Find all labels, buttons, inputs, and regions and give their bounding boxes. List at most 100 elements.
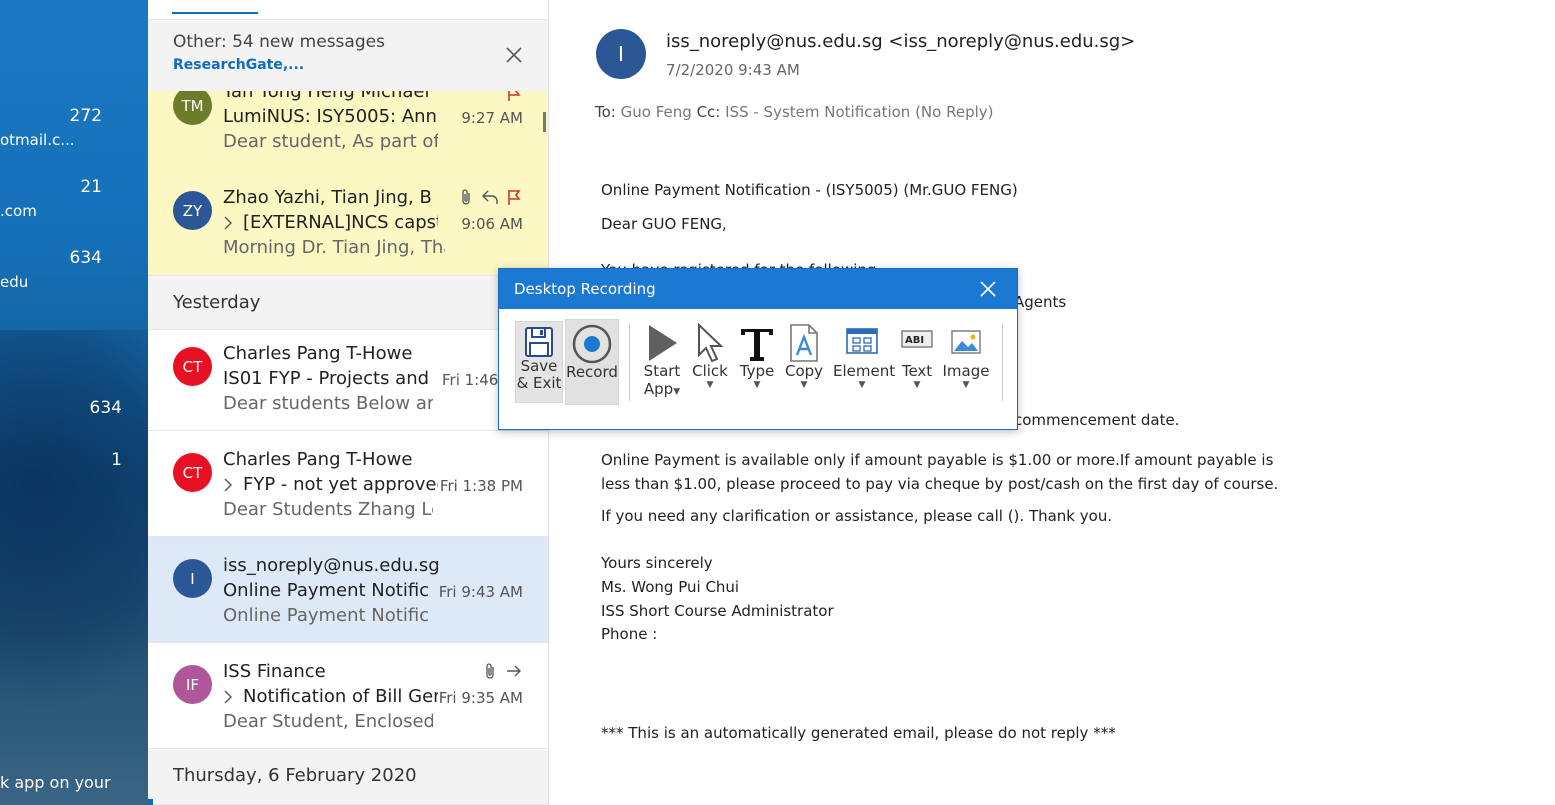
to-recipient[interactable]: Guo Feng	[621, 103, 692, 121]
forward-icon	[507, 665, 521, 677]
avatar: I	[173, 559, 212, 598]
group-header-yesterday: Yesterday	[148, 276, 548, 330]
chevron-right-icon[interactable]	[222, 215, 234, 231]
folder-count: 21	[80, 177, 102, 197]
group-header-label: Yesterday	[173, 292, 261, 313]
folder-count: 272	[69, 106, 102, 126]
type-button[interactable]: Type ▼	[733, 319, 781, 405]
avatar: IF	[173, 665, 212, 704]
body-text: Agents	[1014, 293, 1067, 311]
other-banner-title: Other: 54 new messages	[173, 32, 385, 52]
image-icon	[951, 330, 981, 354]
click-button[interactable]: Click ▼	[687, 319, 733, 405]
message-sender: Zhao Yazhi, Tian Jing, Bian	[223, 187, 433, 208]
other-inbox-banner[interactable]: Other: 54 new messages ResearchGate,...	[148, 19, 548, 91]
chevron-right-icon[interactable]	[222, 477, 234, 493]
avatar: TM	[173, 86, 212, 125]
cc-recipient[interactable]: ISS - System Notification (No Reply)	[725, 103, 993, 121]
folder-label[interactable]: .com	[0, 202, 37, 220]
element-label: Element	[833, 362, 896, 380]
avatar: CT	[173, 453, 212, 492]
close-icon[interactable]	[505, 46, 523, 64]
body-text: less than $1.00, please proceed to pay v…	[601, 475, 1279, 493]
text-button[interactable]: ABI Text ▼	[895, 319, 939, 405]
chevron-right-icon[interactable]	[222, 689, 234, 705]
message-preview: Morning Dr. Tian Jing, Thank	[223, 237, 445, 258]
text-field-icon: ABI	[901, 330, 933, 348]
start-app-button[interactable]: Start App▼	[637, 319, 687, 405]
record-button[interactable]: Record	[565, 319, 619, 405]
copy-button[interactable]: Copy ▼	[781, 319, 827, 405]
auto-generated-notice: *** This is an automatically generated e…	[601, 724, 1116, 742]
copy-label: Copy	[784, 362, 824, 380]
image-label: Image	[942, 362, 990, 380]
other-banner-link[interactable]: ResearchGate,...	[173, 57, 304, 73]
flag-icon[interactable]	[505, 188, 523, 206]
message-list: TM Tan Yong Heng Michael LumiNUS: ISY500…	[148, 0, 549, 805]
group-header-thursday: Thursday, 6 February 2020	[148, 750, 548, 805]
save-exit-label-2: & Exit	[516, 374, 562, 392]
list-item[interactable]: ZY Zhao Yazhi, Tian Jing, Bian [EXTERNAL…	[148, 170, 548, 276]
desktop-recording-window: Desktop Recording Save & Exit Record Sta…	[498, 268, 1018, 430]
svg-text:ABI: ABI	[905, 335, 924, 346]
signature-line: Phone :	[601, 625, 658, 643]
sender-address[interactable]: iss_noreply@nus.edu.sg <iss_noreply@nus.…	[666, 31, 1135, 52]
message-time: Fri 9:35 AM	[438, 689, 523, 707]
close-icon[interactable]	[979, 280, 997, 298]
body-heading: Online Payment Notification - (ISY5005) …	[601, 181, 1018, 199]
message-sender: iss_noreply@nus.edu.sg	[223, 555, 440, 576]
folder-pane: 272 otmail.c... 21 .com 634 edu 634 1 k …	[0, 0, 148, 805]
signature-line: Ms. Wong Pui Chui	[601, 578, 740, 596]
toolbar-separator	[629, 323, 630, 401]
list-item[interactable]: CT Charles Pang T-Howe FYP - not yet app…	[148, 431, 548, 537]
body-text: commencement date.	[1014, 411, 1180, 429]
cc-label: Cc:	[696, 103, 721, 121]
folder-label[interactable]: otmail.c...	[0, 131, 75, 149]
element-icon	[846, 328, 878, 354]
message-subject: [EXTERNAL]NCS capstone	[243, 212, 438, 233]
avatar: ZY	[173, 191, 212, 230]
list-item[interactable]: CT Charles Pang T-Howe IS01 FYP - Projec…	[148, 325, 548, 431]
message-subject: IS01 FYP - Projects and supervisors	[223, 368, 433, 389]
record-label: Record	[566, 363, 618, 381]
reply-icon	[482, 190, 498, 204]
list-item[interactable]: IF ISS Finance Notification of Bill Gene…	[148, 643, 548, 749]
type-label: Type	[739, 362, 775, 380]
message-preview: Dear Student, Enclosed is	[223, 711, 433, 732]
message-sender: Charles Pang T-Howe	[223, 449, 413, 470]
message-time: Fri 9:43 AM	[438, 583, 523, 601]
text-label: Text	[901, 362, 933, 380]
folder-count: 634	[89, 398, 122, 418]
element-button[interactable]: Element ▼	[833, 319, 896, 405]
chevron-down-icon: ▼	[753, 380, 761, 390]
message-sender: ISS Finance	[223, 661, 326, 682]
chevron-down-icon: ▼	[858, 380, 866, 390]
record-icon	[572, 324, 612, 364]
body-text: Online Payment is available only if amou…	[601, 451, 1274, 469]
body-greeting: Dear GUO FENG,	[601, 215, 727, 233]
click-label: Click	[692, 362, 728, 380]
get-app-promo[interactable]: k app on your	[0, 773, 111, 792]
image-button[interactable]: Image ▼	[941, 319, 991, 405]
list-item[interactable]: I iss_noreply@nus.edu.sg Online Payment …	[148, 537, 548, 643]
background-image	[0, 330, 148, 710]
chevron-down-icon: ▼	[913, 380, 921, 390]
paperclip-icon	[486, 663, 494, 679]
chevron-down-icon: ▼	[706, 380, 714, 390]
folder-label[interactable]: edu	[0, 273, 28, 291]
recording-title: Desktop Recording	[514, 280, 656, 298]
signature-line: ISS Short Course Administrator	[601, 602, 834, 620]
recording-toolbar: Save & Exit Record Start App▼ Click ▼ Ty…	[499, 309, 1017, 429]
save-exit-button[interactable]: Save & Exit	[515, 321, 563, 403]
recording-titlebar[interactable]: Desktop Recording	[499, 269, 1017, 309]
save-exit-label-1: Save	[520, 357, 558, 375]
sender-avatar: I	[596, 29, 646, 79]
focused-tab-indicator	[172, 12, 258, 14]
folder-count: 634	[69, 248, 102, 268]
sent-date: 7/2/2020 9:43 AM	[666, 61, 800, 79]
message-preview: Dear Students Zhang Le is	[223, 499, 433, 520]
scrollbar[interactable]	[543, 112, 546, 132]
message-preview: Dear students Below are your	[223, 393, 433, 414]
message-sender: Charles Pang T-Howe	[223, 343, 413, 364]
message-subject: Notification of Bill Generation	[243, 686, 438, 707]
